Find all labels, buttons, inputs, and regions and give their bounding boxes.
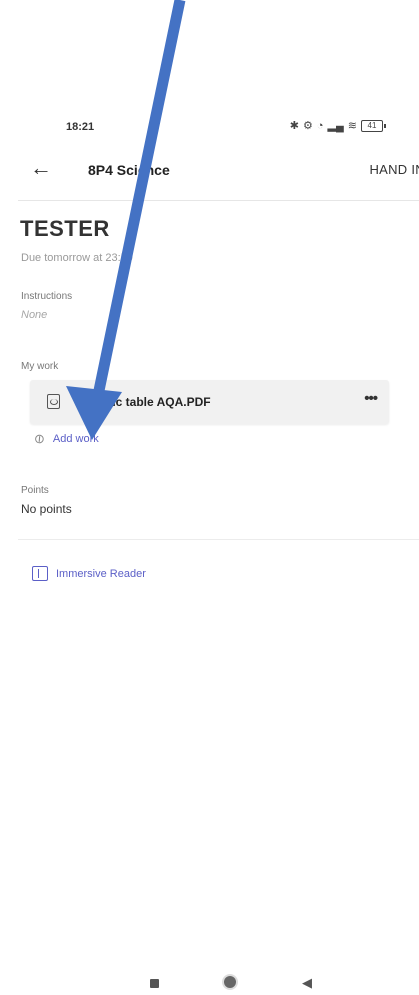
class-title: 8P4 Science [88, 162, 170, 178]
recent-apps-button[interactable] [150, 979, 159, 988]
add-work-button[interactable]: ⊘ Add work [30, 429, 99, 448]
due-date: Due tomorrow at 23:59 [21, 252, 133, 264]
annotation-arrow [66, 0, 186, 440]
points-label: Points [21, 485, 49, 496]
header-divider [18, 200, 419, 201]
back-arrow-icon[interactable]: ← [30, 156, 52, 180]
status-icons: ✱ ⚙ ◔ ▂▄ ≋ 41 [289, 119, 386, 132]
signal-icon: ▂▄ [327, 120, 344, 132]
attached-file-card[interactable]: Periodic table AQA.PDF ••• [30, 380, 389, 424]
assignment-title: TESTER [20, 216, 110, 241]
file-name: Periodic table AQA.PDF [75, 395, 211, 409]
bluetooth-icon: ✱ [289, 120, 299, 132]
nav-back-button[interactable]: ◀ [302, 975, 312, 991]
my-work-label: My work [21, 361, 59, 372]
add-work-label: Add work [52, 433, 99, 445]
status-time: 18:21 [66, 121, 95, 133]
content-divider [18, 539, 419, 540]
immersive-reader-label: Immersive Reader [56, 567, 146, 580]
home-button[interactable] [224, 976, 236, 988]
immersive-reader-icon [32, 566, 48, 581]
paperclip-icon: ⊘ [30, 429, 49, 448]
settings-status-icon: ⚙ [302, 120, 313, 132]
more-icon[interactable]: ••• [364, 390, 378, 407]
immersive-reader-button[interactable]: Immersive Reader [32, 566, 146, 581]
alarm-icon: ◔ [316, 119, 324, 132]
instructions-value: None [21, 309, 48, 321]
points-value: No points [21, 502, 72, 516]
hand-in-button[interactable]: HAND IN [369, 162, 419, 177]
instructions-label: Instructions [21, 291, 73, 302]
battery-icon: 41 [361, 119, 386, 132]
wifi-icon: ≋ [347, 120, 357, 132]
pdf-file-icon [47, 394, 60, 409]
